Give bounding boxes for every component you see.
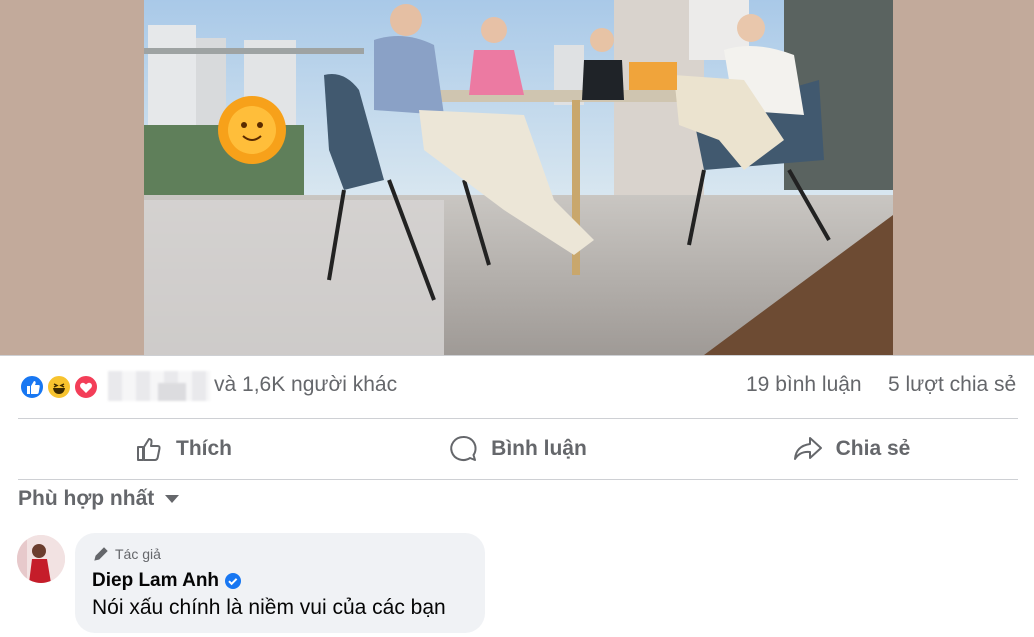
avatar[interactable] [17,535,65,583]
blurred-reactor-names [108,371,210,401]
share-button[interactable]: Chia sẻ [686,420,1016,478]
comment-sort-dropdown[interactable]: Phù hợp nhất [18,487,180,511]
divider [18,418,1018,419]
thumbs-up-icon [137,438,161,461]
photo-illustration [144,0,893,355]
comment-text: Nói xấu chính là niềm vui của các bạn [92,596,446,619]
comments-count[interactable]: 19 bình luận [746,373,862,397]
post-photo-area [0,0,1034,356]
like-button[interactable]: Thích [18,420,348,478]
comment-button[interactable]: Bình luận [352,420,682,478]
reaction-icons[interactable] [19,374,103,400]
reactors-count[interactable]: và 1,6K người khác [214,373,397,397]
pencil-icon [94,547,108,561]
commenter-name-text: Diep Lam Anh [92,570,220,591]
divider [18,479,1018,480]
shares-count[interactable]: 5 lượt chia sẻ [888,373,1016,397]
haha-icon [46,374,72,400]
caret-down-icon [165,495,180,503]
author-badge: Tác giả [92,545,161,563]
comment-bubble-icon [450,435,477,461]
comment-button-label: Bình luận [491,437,587,460]
author-badge-label: Tác giả [115,546,161,562]
post-photo[interactable] [144,0,893,355]
like-icon [19,374,45,400]
comment-sort-label: Phù hợp nhất [18,487,155,510]
share-arrow-icon [793,437,822,460]
share-button-label: Chia sẻ [835,437,911,460]
commenter-name[interactable]: Diep Lam Anh [92,570,242,592]
like-button-label: Thích [176,437,232,460]
love-icon [73,374,99,400]
verified-badge-icon [225,573,242,589]
